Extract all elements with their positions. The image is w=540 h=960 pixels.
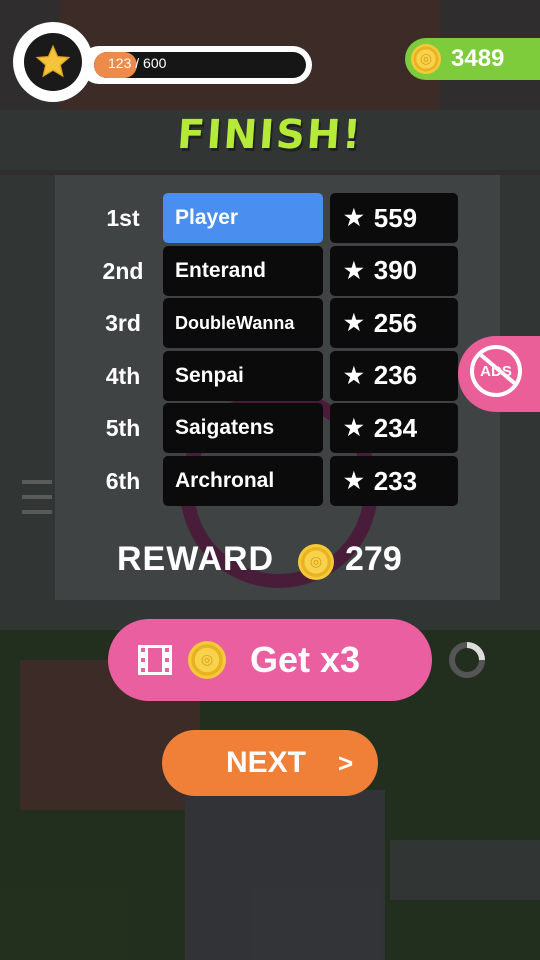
score-value: 233 bbox=[373, 465, 418, 496]
next-button[interactable]: NEXT > bbox=[162, 730, 378, 796]
leaderboard-row: 1st Player ★ 559 bbox=[0, 193, 540, 243]
score-value: 390 bbox=[373, 255, 418, 286]
coin-icon: ◎ bbox=[188, 641, 226, 679]
rank-label: 2nd bbox=[102, 257, 144, 284]
score-box: ★ 236 bbox=[330, 350, 458, 401]
progress-text: 123 / 600 bbox=[108, 55, 166, 71]
star-icon: ★ bbox=[344, 415, 364, 441]
score-box: ★ 233 bbox=[330, 456, 458, 506]
leaderboard-row: 2nd Enterand ★ 390 bbox=[0, 245, 540, 296]
rank-label: 1st bbox=[106, 205, 140, 231]
film-icon bbox=[138, 645, 172, 675]
next-arrow: > bbox=[338, 748, 354, 778]
star-icon: ★ bbox=[344, 310, 364, 336]
leaderboard-row: 6th Archronal ★ 233 bbox=[0, 456, 540, 506]
star-icon bbox=[35, 44, 71, 78]
star-icon: ★ bbox=[344, 468, 364, 493]
player-name: Saigatens bbox=[163, 403, 323, 454]
next-label: NEXT bbox=[226, 746, 307, 779]
get-x3-label: Get x3 bbox=[250, 639, 361, 680]
score-box: ★ 559 bbox=[330, 193, 458, 243]
reward-label: REWARD bbox=[117, 540, 275, 578]
score-box: ★ 256 bbox=[330, 298, 458, 349]
star-icon: ★ bbox=[344, 362, 364, 388]
coin-amount: 3489 bbox=[451, 45, 505, 72]
finish-title: FINISH! bbox=[175, 112, 365, 158]
player-name: DoubleWanna bbox=[163, 298, 323, 349]
score-value: 559 bbox=[373, 202, 418, 233]
score-box: ★ 234 bbox=[330, 403, 458, 454]
rank-label: 5th bbox=[105, 415, 141, 442]
level-badge bbox=[13, 22, 93, 102]
player-name: Archronal bbox=[163, 456, 323, 506]
score-value: 256 bbox=[373, 307, 418, 338]
star-icon: ★ bbox=[344, 257, 364, 283]
progress-current: 123 bbox=[108, 55, 132, 71]
remove-ads-button[interactable]: ADS bbox=[458, 336, 540, 412]
score-box: ★ 390 bbox=[330, 245, 458, 296]
reward-value: 279 bbox=[345, 540, 402, 578]
coin-balance: ◎ 3489 bbox=[405, 38, 540, 80]
leaderboard-row: 5th Saigatens ★ 234 bbox=[0, 403, 540, 454]
rank-label: 4th bbox=[105, 362, 141, 389]
coin-icon: ◎ bbox=[411, 44, 441, 74]
score-value: 234 bbox=[373, 412, 418, 443]
player-name: Player bbox=[163, 193, 323, 243]
progress-total: / 600 bbox=[135, 55, 167, 71]
spinner-icon bbox=[449, 642, 485, 678]
rank-label: 3rd bbox=[105, 310, 141, 337]
rank-label: 6th bbox=[105, 468, 141, 494]
player-name: Enterand bbox=[163, 245, 323, 296]
get-x3-button[interactable]: ◎ Get x3 bbox=[108, 619, 432, 701]
score-value: 236 bbox=[373, 360, 418, 391]
no-ads-icon: ADS bbox=[470, 345, 522, 397]
player-name: Senpai bbox=[163, 350, 323, 401]
coin-icon: ◎ bbox=[298, 544, 334, 580]
leaderboard-row: 3rd DoubleWanna ★ 256 bbox=[0, 298, 540, 349]
star-icon: ★ bbox=[344, 205, 364, 230]
